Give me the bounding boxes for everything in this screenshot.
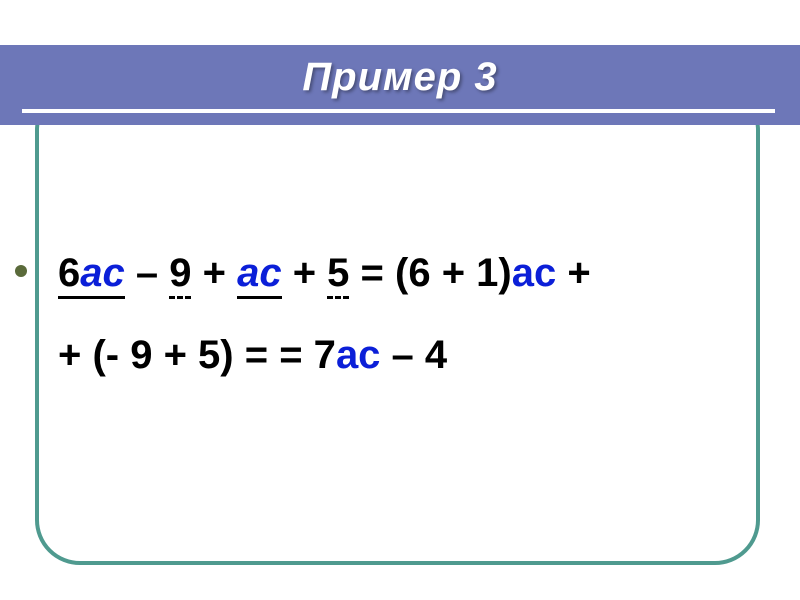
group-6plus1: (6 + 1) <box>395 251 512 295</box>
line2-lead: + (- 9 + 5) = = 7 <box>58 333 336 377</box>
op-plus: + <box>191 251 237 295</box>
line2-tail: – 4 <box>380 333 447 377</box>
bullet-icon <box>15 265 27 277</box>
page-title: Пример 3 <box>0 55 800 100</box>
op-minus: – <box>125 251 169 295</box>
var-ac-2: ac <box>512 251 557 295</box>
term-9: 9 <box>169 251 191 299</box>
term-6ac: 6ac <box>58 251 125 299</box>
op-plus-2: + <box>282 251 328 295</box>
term-5: 5 <box>327 251 349 299</box>
math-expression: 6ac – 9 + ac + 5 = (6 + 1)ac + + (- 9 + … <box>58 235 758 393</box>
term-ac: ac <box>237 251 282 299</box>
title-band: Пример 3 <box>0 45 800 125</box>
expression-line-1: 6ac – 9 + ac + 5 = (6 + 1)ac + <box>58 235 758 311</box>
var-ac-3: ac <box>336 333 381 377</box>
title-underline <box>22 109 775 113</box>
trailing-plus: + <box>556 251 590 295</box>
coef-6: 6 <box>58 251 80 295</box>
var-ac: ac <box>80 251 125 295</box>
op-eq: = <box>349 251 395 295</box>
expression-line-2: + (- 9 + 5) = = 7ac – 4 <box>58 317 758 393</box>
